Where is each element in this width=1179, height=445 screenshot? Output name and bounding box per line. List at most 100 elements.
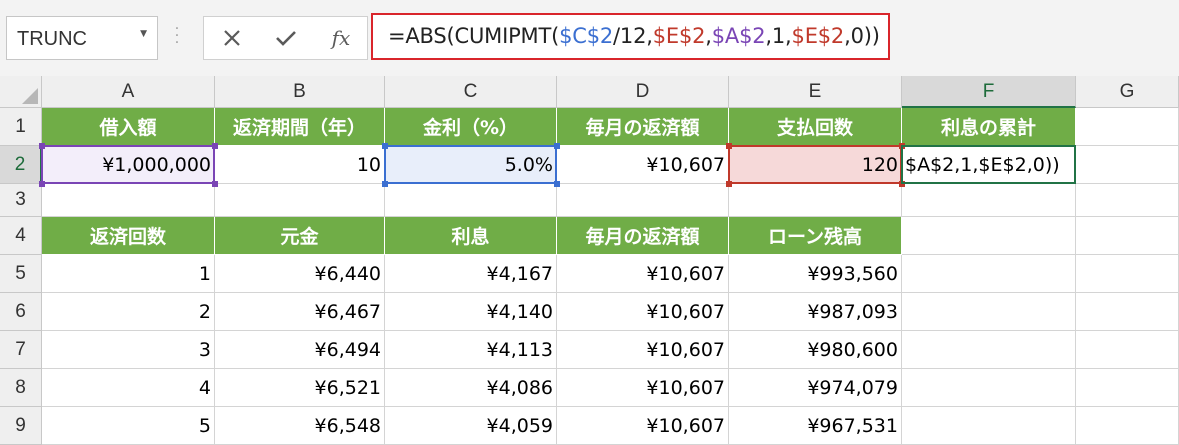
column-header-b[interactable]: B [215,76,385,108]
row-header-9[interactable]: 9 [0,407,42,445]
table-cell[interactable]: ¥993,560 [729,255,902,293]
name-box[interactable]: TRUNC ▼ [6,16,158,60]
grid-cell[interactable] [385,184,557,217]
grid-cell[interactable] [1076,407,1179,445]
column-header-g[interactable]: G [1076,76,1179,108]
grid-cell[interactable] [902,331,1076,369]
table-cell[interactable]: 1 [42,255,215,293]
table-cell[interactable]: ¥4,059 [385,407,557,445]
table-cell[interactable]: ¥4,167 [385,255,557,293]
table-cell[interactable]: ¥4,086 [385,369,557,407]
range-handle[interactable] [899,143,905,149]
table-cell[interactable]: ¥967,531 [729,407,902,445]
range-handle[interactable] [39,143,45,149]
grid-cell[interactable] [1076,293,1179,331]
table-cell[interactable]: 4 [42,369,215,407]
select-all-button[interactable] [0,76,42,108]
range-handle[interactable] [382,181,388,187]
row-header-1[interactable]: 1 [0,108,42,146]
table-cell[interactable]: ¥6,521 [215,369,385,407]
row-header-6[interactable]: 6 [0,293,42,331]
row-header-5[interactable]: 5 [0,255,42,293]
loan-term-cell[interactable]: 10 [215,146,385,184]
table-cell[interactable]: ¥10,607 [557,369,729,407]
grid-cell[interactable] [557,184,729,217]
range-handle[interactable] [726,143,732,149]
formula-input[interactable]: =ABS(CUMIPMT($C$2/12,$E$2,$A$2,1,$E$2,0)… [371,13,890,60]
table-header-cell[interactable]: ローン残高 [729,217,902,255]
table-cell[interactable]: ¥980,600 [729,331,902,369]
table-cell[interactable]: ¥987,093 [729,293,902,331]
loan-amount-cell[interactable]: ¥1,000,000 [42,146,215,184]
grid-cell[interactable] [42,184,215,217]
table-header-cell[interactable]: 利息 [385,217,557,255]
grid-cell[interactable] [902,184,1076,217]
range-handle[interactable] [554,143,560,149]
grid-cell[interactable] [1076,184,1179,217]
table-header-cell[interactable]: 毎月の返済額 [557,217,729,255]
table-cell[interactable]: ¥974,079 [729,369,902,407]
table-cell[interactable]: ¥10,607 [557,407,729,445]
active-edit-cell[interactable]: $A$2,1,$E$2,0)) [902,146,1076,184]
interest-rate-cell[interactable]: 5.0% [385,146,557,184]
column-header-f[interactable]: F [902,76,1076,108]
table-cell[interactable]: ¥6,494 [215,331,385,369]
grid-cell[interactable] [902,407,1076,445]
payment-count-cell[interactable]: 120 [729,146,902,184]
header-cell[interactable]: 金利（%） [385,108,557,146]
range-handle[interactable] [382,143,388,149]
row-header-3[interactable]: 3 [0,184,42,217]
range-handle[interactable] [212,181,218,187]
header-cell[interactable]: 返済期間（年） [215,108,385,146]
grid-cell[interactable] [902,369,1076,407]
row-header-8[interactable]: 8 [0,369,42,407]
grid-cell[interactable] [1076,146,1179,184]
monthly-payment-cell[interactable]: ¥10,607 [557,146,729,184]
column-header-e[interactable]: E [729,76,902,108]
grid-cell[interactable] [1076,255,1179,293]
range-handle[interactable] [726,181,732,187]
grid-cell[interactable] [1076,108,1179,146]
insert-function-icon[interactable]: fx [321,17,361,59]
header-cell[interactable]: 借入額 [42,108,215,146]
row-header-4[interactable]: 4 [0,217,42,255]
header-cell[interactable]: 毎月の返済額 [557,108,729,146]
formula-bar-resize-handle[interactable]: · · · [172,22,182,50]
range-handle[interactable] [212,143,218,149]
header-cell[interactable]: 支払回数 [729,108,902,146]
grid-cell[interactable] [902,293,1076,331]
grid-cell[interactable] [902,217,1076,255]
grid-cell[interactable] [1076,217,1179,255]
table-cell[interactable]: ¥10,607 [557,293,729,331]
table-cell[interactable]: ¥4,113 [385,331,557,369]
grid-cell[interactable] [902,255,1076,293]
column-header-c[interactable]: C [385,76,557,108]
table-cell[interactable]: ¥4,140 [385,293,557,331]
range-handle[interactable] [554,181,560,187]
row-header-2[interactable]: 2 [0,146,42,184]
table-cell[interactable]: ¥6,467 [215,293,385,331]
table-cell[interactable]: 3 [42,331,215,369]
grid-cell[interactable] [215,184,385,217]
table-cell[interactable]: 2 [42,293,215,331]
name-box-value: TRUNC [17,28,87,50]
column-header-a[interactable]: A [42,76,215,108]
enter-checkmark-icon[interactable] [266,17,306,59]
table-header-cell[interactable]: 返済回数 [42,217,215,255]
grid-cell[interactable] [729,184,902,217]
range-handle[interactable] [39,181,45,187]
column-header-d[interactable]: D [557,76,729,108]
range-handle[interactable] [899,181,905,187]
table-header-cell[interactable]: 元金 [215,217,385,255]
grid-cell[interactable] [1076,369,1179,407]
grid-cell[interactable] [1076,331,1179,369]
header-cell[interactable]: 利息の累計 [902,108,1076,146]
row-header-7[interactable]: 7 [0,331,42,369]
dropdown-arrow-icon[interactable]: ▼ [140,29,147,39]
cancel-icon[interactable] [212,17,252,59]
table-cell[interactable]: ¥10,607 [557,255,729,293]
table-cell[interactable]: ¥6,440 [215,255,385,293]
table-cell[interactable]: ¥6,548 [215,407,385,445]
table-cell[interactable]: ¥10,607 [557,331,729,369]
table-cell[interactable]: 5 [42,407,215,445]
